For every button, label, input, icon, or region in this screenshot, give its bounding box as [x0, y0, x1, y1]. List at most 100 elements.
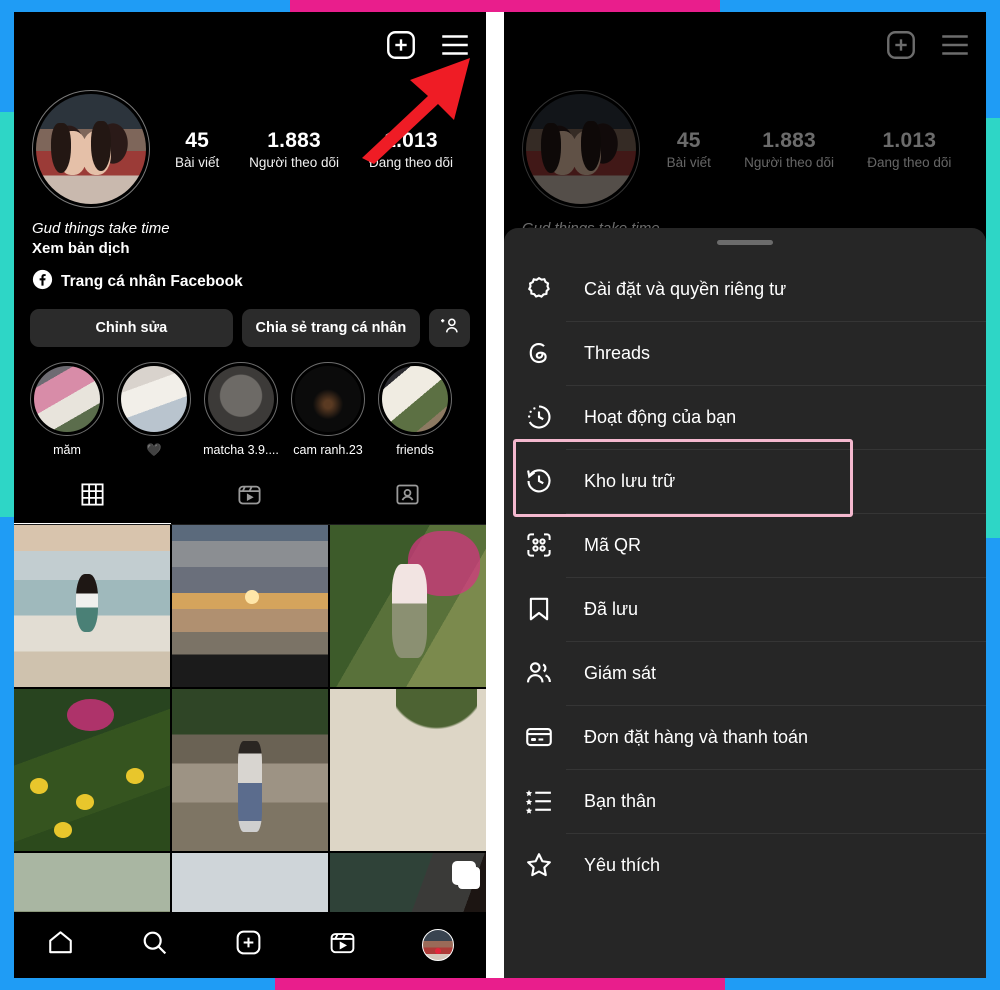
post-grid: [14, 525, 486, 978]
post-thumbnail[interactable]: [14, 689, 170, 851]
highlight-label: matcha 3.9....: [203, 443, 279, 457]
notification-dot: [434, 948, 441, 954]
nav-search[interactable]: [140, 928, 169, 962]
star-icon: [522, 848, 556, 882]
story-highlights: măm 🖤 matcha 3.9.... cam ranh.23 friends: [14, 347, 486, 458]
frame-border-bottom-center: [275, 978, 725, 990]
frame-border-right-bottom: [986, 538, 1000, 990]
posts-label: Bài viết: [174, 154, 220, 170]
highlight-label: 🖤: [146, 443, 162, 457]
home-icon: [46, 928, 75, 962]
menu-item-label: Yêu thích: [584, 854, 661, 875]
highlight-item[interactable]: cam ranh.23: [289, 362, 367, 458]
posts-count: 45: [185, 128, 209, 152]
search-icon: [140, 928, 169, 962]
stat-posts[interactable]: 45 Bài viết: [175, 129, 219, 170]
frame-border-bottom-right: [725, 978, 1000, 990]
share-profile-button[interactable]: Chia sẻ trang cá nhân: [241, 309, 421, 347]
menu-item-your-activity[interactable]: Hoạt động của bạn: [504, 385, 986, 449]
plus-square-icon: [234, 928, 263, 962]
menu-item-archive[interactable]: Kho lưu trữ: [504, 449, 986, 513]
post-thumbnail[interactable]: [330, 689, 486, 851]
menu-bottom-sheet: Cài đặt và quyền riêng tư Threads Hoạt đ…: [504, 228, 986, 978]
followers-label: Người theo dõi: [249, 154, 340, 170]
avatar-image: [36, 94, 146, 204]
menu-item-favorites[interactable]: Yêu thích: [504, 833, 986, 897]
highlight-item[interactable]: măm: [28, 362, 106, 458]
nav-profile[interactable]: [421, 929, 454, 961]
facebook-profile-link[interactable]: Trang cá nhân Facebook: [32, 269, 468, 295]
hamburger-menu-icon[interactable]: [938, 28, 972, 62]
see-translation-link[interactable]: Xem bản dịch: [32, 240, 468, 257]
following-label: Đang theo dõi: [867, 154, 952, 170]
post-thumbnail[interactable]: [172, 689, 328, 851]
grid-icon: [79, 481, 106, 513]
frame-border-right-middle: [986, 118, 1000, 538]
menu-item-label: Mã QR: [584, 534, 642, 555]
menu-item-threads[interactable]: Threads: [504, 321, 986, 385]
highlight-item[interactable]: matcha 3.9....: [202, 362, 280, 458]
avatar-image: [526, 94, 636, 204]
frame-border-left-top: [0, 0, 14, 112]
pointer-arrow-annotation: [362, 58, 470, 164]
menu-item-label: Threads: [584, 342, 651, 363]
menu-item-orders-payments[interactable]: Đơn đặt hàng và thanh toán: [504, 705, 986, 769]
frame-border-left-bottom: [0, 517, 14, 990]
bottom-navigation-bar: [14, 912, 486, 978]
tab-tagged[interactable]: [329, 472, 486, 524]
new-post-icon[interactable]: [884, 28, 918, 62]
profile-summary-row: 45 Bài viết 1.883 Người theo dõi 1.013 Đ…: [504, 84, 986, 208]
menu-item-settings[interactable]: Cài đặt và quyền riêng tư: [504, 257, 986, 321]
menu-item-label: Cài đặt và quyền riêng tư: [584, 278, 787, 299]
threads-icon: [522, 336, 556, 370]
frame-border-bottom-left: [0, 978, 275, 990]
nav-reels[interactable]: [328, 928, 357, 962]
archive-clock-icon: [522, 464, 556, 498]
menu-item-label: Kho lưu trữ: [584, 470, 676, 491]
frame-border-top-right: [720, 0, 1000, 12]
multi-photo-icon: [452, 861, 476, 885]
supervision-people-icon: [522, 656, 556, 690]
menu-item-label: Đã lưu: [584, 598, 639, 619]
frame-border-top-center: [290, 0, 720, 12]
qr-code-icon: [522, 528, 556, 562]
post-thumbnail[interactable]: [172, 525, 328, 687]
highlight-item[interactable]: 🖤: [115, 362, 193, 458]
post-thumbnail[interactable]: [330, 525, 486, 687]
edit-profile-button[interactable]: Chỉnh sửa: [30, 309, 233, 347]
card-icon: [522, 720, 556, 754]
stat-following: 1.013 Đang theo dõi: [867, 129, 951, 170]
add-person-icon: [439, 315, 461, 341]
tab-grid[interactable]: [14, 472, 172, 524]
stat-followers: 1.883 Người theo dõi: [744, 129, 834, 170]
add-person-button[interactable]: [429, 309, 471, 347]
highlight-label: cam ranh.23: [293, 443, 363, 457]
menu-item-label: Hoạt động của bạn: [584, 406, 737, 427]
profile-action-buttons: Chỉnh sửa Chia sẻ trang cá nhân: [14, 295, 486, 347]
profile-stats: 45 Bài viết 1.883 Người theo dõi 1.013 Đ…: [640, 129, 968, 170]
posts-count: 45: [676, 128, 701, 152]
activity-clock-icon: [522, 400, 556, 434]
menu-item-saved[interactable]: Đã lưu: [504, 577, 986, 641]
stat-followers[interactable]: 1.883 Người theo dõi: [249, 129, 339, 170]
tab-reels[interactable]: [171, 472, 328, 524]
gear-icon: [522, 272, 556, 306]
menu-item-close-friends[interactable]: Bạn thân: [504, 769, 986, 833]
reels-icon: [328, 928, 357, 962]
header-action-icons: [884, 28, 972, 62]
nav-home[interactable]: [46, 928, 75, 962]
nav-create[interactable]: [234, 928, 263, 962]
profile-bio: Gud things take time Xem bản dịch Trang …: [14, 208, 486, 295]
menu-item-label: Giám sát: [584, 662, 657, 683]
avatar[interactable]: [32, 90, 150, 208]
menu-item-qr-code[interactable]: Mã QR: [504, 513, 986, 577]
menu-item-label: Đơn đặt hàng và thanh toán: [584, 726, 808, 747]
highlight-item[interactable]: friends: [376, 362, 454, 458]
bio-quote: Gud things take time: [32, 220, 170, 237]
post-thumbnail[interactable]: [14, 525, 170, 687]
frame-border-right-top: [986, 0, 1000, 118]
followers-count: 1.883: [267, 128, 321, 152]
menu-item-supervision[interactable]: Giám sát: [504, 641, 986, 705]
posts-label: Bài viết: [666, 154, 711, 170]
facebook-icon: [32, 269, 53, 295]
